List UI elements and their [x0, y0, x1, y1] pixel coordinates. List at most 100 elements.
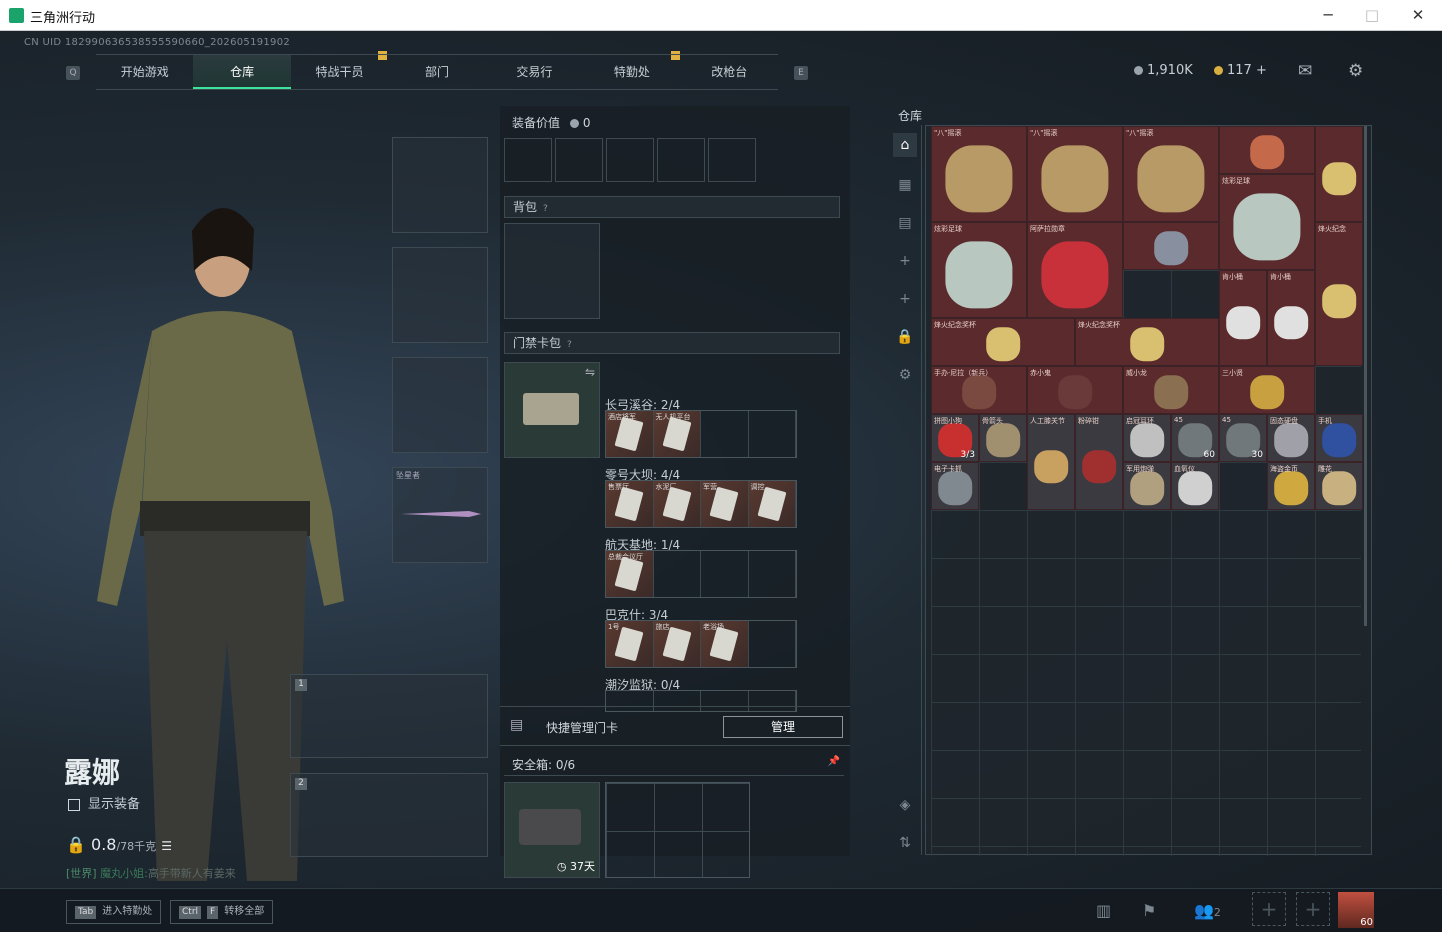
maximize-button[interactable]: □	[1362, 6, 1382, 24]
warehouse-item[interactable]: 威小龙	[1123, 366, 1219, 414]
safebox-grid[interactable]	[605, 782, 750, 878]
tab-1[interactable]: 仓库	[193, 55, 291, 89]
warehouse-item[interactable]: 军用炮弹	[1123, 462, 1171, 510]
safebox-slot[interactable]: ◷ 37天	[504, 782, 600, 878]
help-icon[interactable]: ?	[567, 340, 572, 350]
mail-icon[interactable]: ✉	[1298, 61, 1312, 81]
pin-icon[interactable]: 📌	[828, 756, 840, 767]
keycard-cell[interactable]	[749, 551, 796, 597]
warehouse-item[interactable]: 电子卡抓	[931, 462, 979, 510]
warehouse-item[interactable]: "八"摇滚	[931, 126, 1027, 222]
gear-icon[interactable]: ⚙	[1348, 61, 1363, 81]
tab-6[interactable]: 改枪台	[681, 55, 778, 89]
stats-icon[interactable]: ▥	[1096, 901, 1111, 920]
warehouse-tab-icon[interactable]: ▤	[893, 211, 917, 235]
flag-icon[interactable]: ⚑	[1142, 901, 1156, 920]
keycard-cell[interactable]: 军营	[701, 481, 749, 527]
checkbox[interactable]	[68, 798, 80, 811]
transfer-all-button[interactable]: Ctrl F 转移全部	[170, 900, 274, 924]
warehouse-item[interactable]: 肯小桶	[1267, 270, 1315, 366]
tab-0[interactable]: 开始游戏	[96, 55, 193, 89]
keycard-cell[interactable]	[654, 551, 701, 597]
primary-weapon-slot-1[interactable]: 1	[290, 674, 488, 758]
warehouse-item[interactable]: 启冠耳环	[1123, 414, 1171, 462]
warehouse-item[interactable]: "八"摇滚	[1027, 126, 1123, 222]
swap-icon[interactable]: ⇋	[585, 365, 595, 379]
keycard-row[interactable]: 售票厅 水泥厂 军营 调控	[605, 480, 797, 528]
warehouse-item[interactable]: 手办·尼拉（新兵）	[931, 366, 1027, 414]
manage-button[interactable]: 管理	[723, 716, 843, 738]
warehouse-item[interactable]: 海盗金币	[1267, 462, 1315, 510]
keycard-row[interactable]: 总裁会议厅	[605, 550, 797, 598]
lock-icon[interactable]: 🔒	[893, 325, 917, 349]
warehouse-item[interactable]: 手机	[1315, 414, 1363, 462]
tab-5[interactable]: 特勤处	[583, 55, 680, 89]
keycard-cell[interactable]: 1号	[606, 621, 654, 667]
invite-slot[interactable]: +	[1252, 892, 1286, 926]
keycard-cell[interactable]	[701, 551, 749, 597]
list-icon[interactable]: ☰	[161, 839, 172, 853]
warehouse-grid[interactable]: "八"摇滚 "八"摇滚 "八"摇滚 炫彩足球 阿萨拉勋章 炫彩足球 烽火纪念 烽火纪念奖杯 烽火…	[931, 126, 1363, 856]
party-icon[interactable]: 👥2	[1194, 901, 1221, 920]
avatar[interactable]: 60	[1338, 892, 1374, 928]
keycard-cell[interactable]: 水泥厂	[653, 481, 701, 527]
warehouse-item[interactable]: 阿萨拉勋章	[1027, 222, 1123, 318]
add-tab-icon[interactable]: +	[893, 287, 917, 311]
warehouse-item[interactable]: 炫彩足球	[931, 222, 1027, 318]
warehouse-item[interactable]: 烽火纪念奖杯	[931, 318, 1075, 366]
minimize-button[interactable]: ─	[1318, 6, 1338, 24]
show-gear-toggle[interactable]: 显示装备	[68, 793, 140, 812]
warehouse-item[interactable]: 人工膝关节	[1027, 414, 1075, 510]
warehouse-item[interactable]: 三小贤	[1219, 366, 1315, 414]
warehouse-home-icon[interactable]: ⌂	[893, 133, 917, 157]
warehouse-item[interactable]: 拼图小狗 3/3	[931, 414, 979, 462]
keycard-cell[interactable]: 旅店	[653, 621, 701, 667]
help-icon[interactable]: ?	[543, 204, 548, 214]
warehouse-item[interactable]: 固态硬盘	[1267, 414, 1315, 462]
warehouse-item[interactable]	[1315, 126, 1363, 222]
keycard-cell[interactable]	[701, 411, 749, 457]
warehouse-item[interactable]: 肯小桶	[1219, 270, 1267, 366]
warehouse-item[interactable]: 45 60	[1171, 414, 1219, 462]
keycard-cell[interactable]	[749, 411, 796, 457]
melee-slot[interactable]: 坠星者	[392, 467, 488, 563]
warehouse-item[interactable]: 45 30	[1219, 414, 1267, 462]
warehouse-item[interactable]: 烽火纪念奖杯	[1075, 318, 1219, 366]
keycard-row[interactable]: 酒店将军 无人机平台	[605, 410, 797, 458]
warehouse-item[interactable]	[1219, 126, 1315, 174]
invite-slot[interactable]: +	[1296, 892, 1330, 926]
warehouse-item[interactable]: 骨箭头	[979, 414, 1027, 462]
enter-special-ops-button[interactable]: Tab 进入特勤处	[66, 900, 162, 924]
primary-weapon-slot-2[interactable]: 2	[290, 773, 488, 857]
keycard-row[interactable]: 1号 旅店 老浴场	[605, 620, 797, 668]
sort-icon[interactable]: ⇅	[893, 831, 917, 855]
warehouse-item[interactable]: 赤小鬼	[1027, 366, 1123, 414]
keycard-cell[interactable]	[749, 621, 796, 667]
layers-icon[interactable]: ◈	[893, 793, 917, 817]
add-tab-icon[interactable]: +	[893, 249, 917, 273]
keycard-cell[interactable]: 老浴场	[701, 621, 749, 667]
keycard-cell[interactable]: 售票厅	[606, 481, 654, 527]
warehouse-item[interactable]: "八"摇滚	[1123, 126, 1219, 222]
warehouse-item[interactable]: 血氧仪	[1171, 462, 1219, 510]
tab-2[interactable]: 特战干员	[291, 55, 388, 89]
keycard-cell[interactable]: 无人机平台	[653, 411, 701, 457]
helmet-slot[interactable]	[392, 137, 488, 233]
backpack-slot[interactable]	[504, 223, 600, 319]
keycard-bag-slot[interactable]: ⇋	[504, 362, 600, 458]
settings-icon[interactable]: ⚙	[893, 363, 917, 387]
warehouse-item[interactable]	[1123, 222, 1219, 270]
pistol-slot[interactable]	[392, 357, 488, 453]
tab-3[interactable]: 部门	[388, 55, 485, 89]
warehouse-item[interactable]: 粉碎钳	[1075, 414, 1123, 510]
warehouse-item[interactable]: 炫彩足球	[1219, 174, 1315, 270]
scrollbar[interactable]	[1364, 126, 1367, 626]
warehouse-item[interactable]: 雕花	[1315, 462, 1363, 510]
warehouse-item[interactable]: 烽火纪念	[1315, 222, 1363, 366]
warehouse-tab-icon[interactable]: ▦	[893, 173, 917, 197]
armor-slot[interactable]	[392, 247, 488, 343]
close-button[interactable]: ✕	[1408, 6, 1428, 24]
keycard-cell[interactable]: 酒店将军	[606, 411, 654, 457]
tab-4[interactable]: 交易行	[486, 55, 583, 89]
keycard-cell[interactable]: 总裁会议厅	[606, 551, 654, 597]
